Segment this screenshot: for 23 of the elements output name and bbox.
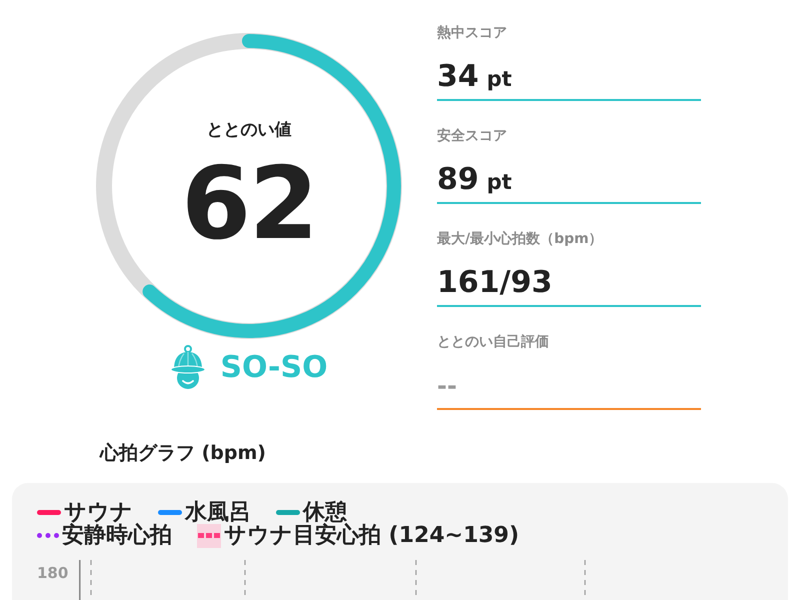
metric-value: -- [437,371,457,402]
hat-face-icon [170,345,206,391]
legend-label: サウナ [64,501,133,524]
metric-label: 最大/最小心拍数（bpm） [437,230,603,249]
legend-label: 水風呂 [185,501,251,524]
metric-value: 161/93 [437,264,552,302]
y-tick-label: 180 [37,563,68,584]
legend-label: 安静時心拍 [62,524,172,547]
legend-band-icon [197,524,221,548]
legend-label: サウナ目安心拍 (124~139) [224,524,520,547]
chart-title: 心拍グラフ (bpm) [100,441,266,466]
legend-label: 休憩 [303,501,347,524]
metric-unit: pt [486,169,512,196]
metric-unit: pt [486,66,512,93]
metric-label: ととのい自己評価 [437,333,549,352]
metric-value: 34 [437,58,479,96]
score-value: 62 [181,154,317,254]
y-axis [79,560,81,600]
metric-value: 89 [437,161,479,199]
score-title: ととのい値 [206,119,292,142]
metric-label: 熱中スコア [437,24,507,43]
status-label: SO-SO [220,350,328,386]
metric-label: 安全スコア [437,126,507,146]
